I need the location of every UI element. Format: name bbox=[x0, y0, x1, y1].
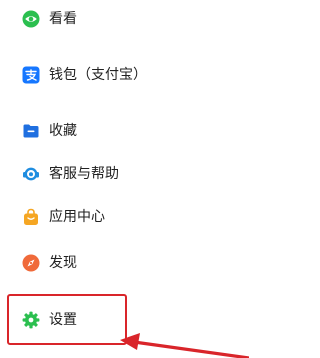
menu-item-wallet[interactable]: 钱包（支付宝） bbox=[0, 56, 249, 96]
menu-item-label: 钱包（支付宝） bbox=[49, 67, 147, 83]
menu-item-label: 客服与帮助 bbox=[49, 166, 119, 182]
menu-item-kankan[interactable]: 看看 bbox=[0, 0, 249, 40]
eye-icon bbox=[22, 10, 40, 28]
menu-item-support[interactable]: 客服与帮助 bbox=[0, 155, 249, 195]
menu-item-label: 收藏 bbox=[49, 123, 77, 139]
shopping-bag-icon bbox=[22, 208, 40, 226]
menu-item-favorites[interactable]: 收藏 bbox=[0, 112, 249, 152]
highlight-box bbox=[7, 294, 127, 345]
pointer-arrow bbox=[120, 326, 249, 358]
menu-item-label: 看看 bbox=[49, 11, 77, 27]
menu-item-label: 发现 bbox=[49, 255, 77, 271]
compass-icon bbox=[22, 254, 40, 272]
folder-icon bbox=[22, 122, 40, 140]
headset-icon bbox=[22, 165, 40, 183]
alipay-icon bbox=[22, 66, 40, 84]
menu-item-app-center[interactable]: 应用中心 bbox=[0, 198, 249, 238]
menu-item-label: 应用中心 bbox=[49, 209, 105, 225]
menu-item-discover[interactable]: 发现 bbox=[0, 244, 249, 284]
